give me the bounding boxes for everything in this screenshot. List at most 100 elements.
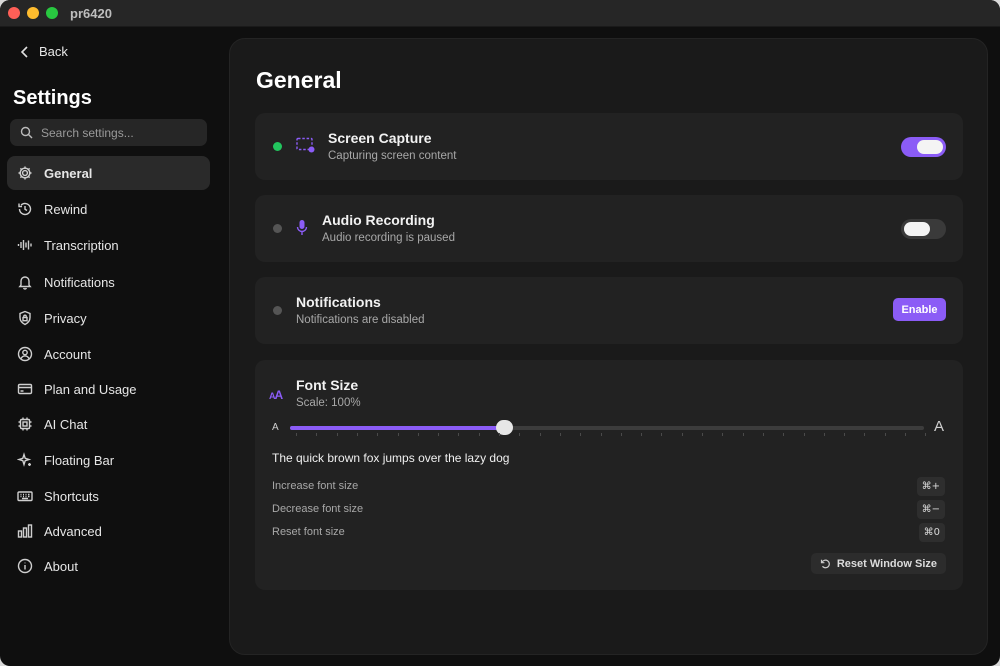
- back-button[interactable]: Back: [20, 44, 68, 59]
- reset-window-size-button[interactable]: Reset Window Size: [810, 553, 946, 574]
- sidebar-item-label: Notifications: [44, 274, 115, 290]
- sidebar-item-transcription[interactable]: Transcription: [7, 228, 210, 262]
- shortcut-keys: ⌘−: [916, 500, 945, 519]
- window-title: pr6420: [70, 6, 112, 21]
- title-bar: pr6420: [0, 0, 1000, 27]
- card-title: Font Size: [296, 377, 359, 393]
- slider-tick: [519, 433, 521, 436]
- slider-tick: [478, 433, 480, 436]
- keyboard-icon: [17, 488, 33, 504]
- slider-tick: [356, 433, 358, 436]
- card-subtitle: Capturing screen content: [328, 150, 457, 162]
- sidebar-item-label: About: [44, 558, 78, 574]
- slider-tick: [905, 433, 906, 436]
- sidebar-item-label: Plan and Usage: [44, 381, 137, 397]
- sidebar-item-plan-and-usage[interactable]: Plan and Usage: [7, 372, 210, 406]
- slider-tick: [884, 433, 886, 436]
- sidebar-item-label: Advanced: [44, 523, 102, 539]
- slider-tick: [844, 433, 846, 436]
- slider-tick: [417, 433, 419, 436]
- slider-tick: [702, 433, 703, 436]
- slider-tick: [925, 433, 927, 436]
- shortcut-row: Increase font size ⌘+: [272, 477, 945, 497]
- history-icon: [17, 201, 33, 217]
- sidebar-item-general[interactable]: General: [7, 156, 210, 190]
- zoom-window-button[interactable]: [46, 7, 58, 19]
- main-panel: General Screen Capture Capturing screen …: [229, 38, 988, 655]
- slider-tick: [823, 433, 825, 436]
- sidebar-item-shortcuts[interactable]: Shortcuts: [7, 479, 210, 513]
- sample-text: The quick brown fox jumps over the lazy …: [272, 451, 510, 465]
- card-title: Notifications: [296, 294, 381, 310]
- waveform-icon: [17, 237, 33, 253]
- shortcut-label: Reset font size: [272, 526, 345, 538]
- slider-tick: [864, 433, 866, 436]
- back-label: Back: [39, 44, 68, 59]
- shortcut-label: Increase font size: [272, 480, 359, 492]
- gear-icon: [17, 165, 33, 181]
- slider-tick: [316, 433, 318, 436]
- search-box[interactable]: [10, 119, 207, 146]
- font-size-slider[interactable]: [290, 420, 924, 435]
- audio-recording-card: Audio Recording Audio recording is pause…: [255, 195, 963, 262]
- small-a-label: A: [272, 422, 279, 433]
- text-size-icon: AA: [269, 388, 283, 402]
- slider-tick: [681, 433, 683, 436]
- sidebar-item-floating-bar[interactable]: Floating Bar: [7, 443, 210, 477]
- undo-icon: [820, 559, 830, 569]
- bell-icon: [17, 274, 33, 290]
- sidebar-item-label: Account: [44, 346, 91, 362]
- user-circle-icon: [17, 346, 33, 362]
- large-a-label: A: [934, 418, 945, 435]
- slider-tick: [641, 433, 643, 436]
- sidebar-item-account[interactable]: Account: [7, 337, 210, 371]
- page-title: General: [256, 67, 342, 93]
- close-window-button[interactable]: [8, 7, 20, 19]
- sidebar-item-label: Shortcuts: [44, 488, 99, 504]
- info-icon: [17, 558, 33, 574]
- slider-tick: [742, 433, 744, 436]
- status-dot: [273, 306, 282, 315]
- slider-tick: [296, 433, 297, 436]
- shield-lock-icon: [17, 310, 33, 326]
- sidebar-item-privacy[interactable]: Privacy: [7, 301, 210, 335]
- slider-fill: [290, 426, 504, 430]
- sidebar-item-label: Rewind: [44, 201, 88, 217]
- shortcut-keys: ⌘0: [918, 523, 945, 542]
- sparkle-icon: [17, 452, 33, 468]
- slider-tick: [803, 433, 805, 436]
- sidebar-item-rewind[interactable]: Rewind: [7, 192, 210, 226]
- slider-tick: [620, 433, 622, 436]
- sidebar-item-label: Transcription: [44, 237, 119, 253]
- sidebar-item-ai-chat[interactable]: AI Chat: [7, 407, 210, 441]
- sidebar-item-notifications[interactable]: Notifications: [7, 265, 210, 299]
- reset-button-label: Reset Window Size: [836, 557, 937, 570]
- slider-tick: [438, 433, 440, 436]
- screen-capture-card: Screen Capture Capturing screen content: [255, 113, 963, 180]
- shortcut-row: Decrease font size ⌘−: [272, 500, 945, 520]
- search-input[interactable]: [41, 125, 201, 140]
- slider-tick: [336, 433, 338, 436]
- sidebar-item-label: Floating Bar: [44, 452, 115, 468]
- status-dot: [273, 142, 282, 151]
- minimize-window-button[interactable]: [27, 7, 39, 19]
- shortcut-row: Reset font size ⌘0: [272, 523, 945, 543]
- sidebar-title: Settings: [13, 87, 92, 109]
- card-title: Audio Recording: [322, 212, 435, 228]
- sidebar-item-advanced[interactable]: Advanced: [7, 514, 210, 548]
- enable-notifications-button[interactable]: Enable: [893, 298, 946, 321]
- credit-card-icon: [17, 381, 33, 397]
- slider-tick: [580, 433, 582, 436]
- slider-tick: [559, 433, 561, 436]
- sidebar-item-label: Privacy: [44, 310, 87, 326]
- card-subtitle: Audio recording is paused: [322, 232, 455, 244]
- bar-chart-icon: [17, 523, 33, 539]
- sidebar-item-about[interactable]: About: [7, 549, 210, 583]
- audio-recording-toggle[interactable]: [901, 219, 946, 239]
- chevron-left-icon: [20, 45, 28, 58]
- chip-icon: [17, 416, 33, 432]
- screen-capture-toggle[interactable]: [901, 137, 946, 157]
- slider-tick: [458, 433, 460, 436]
- slider-tick: [499, 433, 500, 436]
- slider-tick: [600, 433, 602, 436]
